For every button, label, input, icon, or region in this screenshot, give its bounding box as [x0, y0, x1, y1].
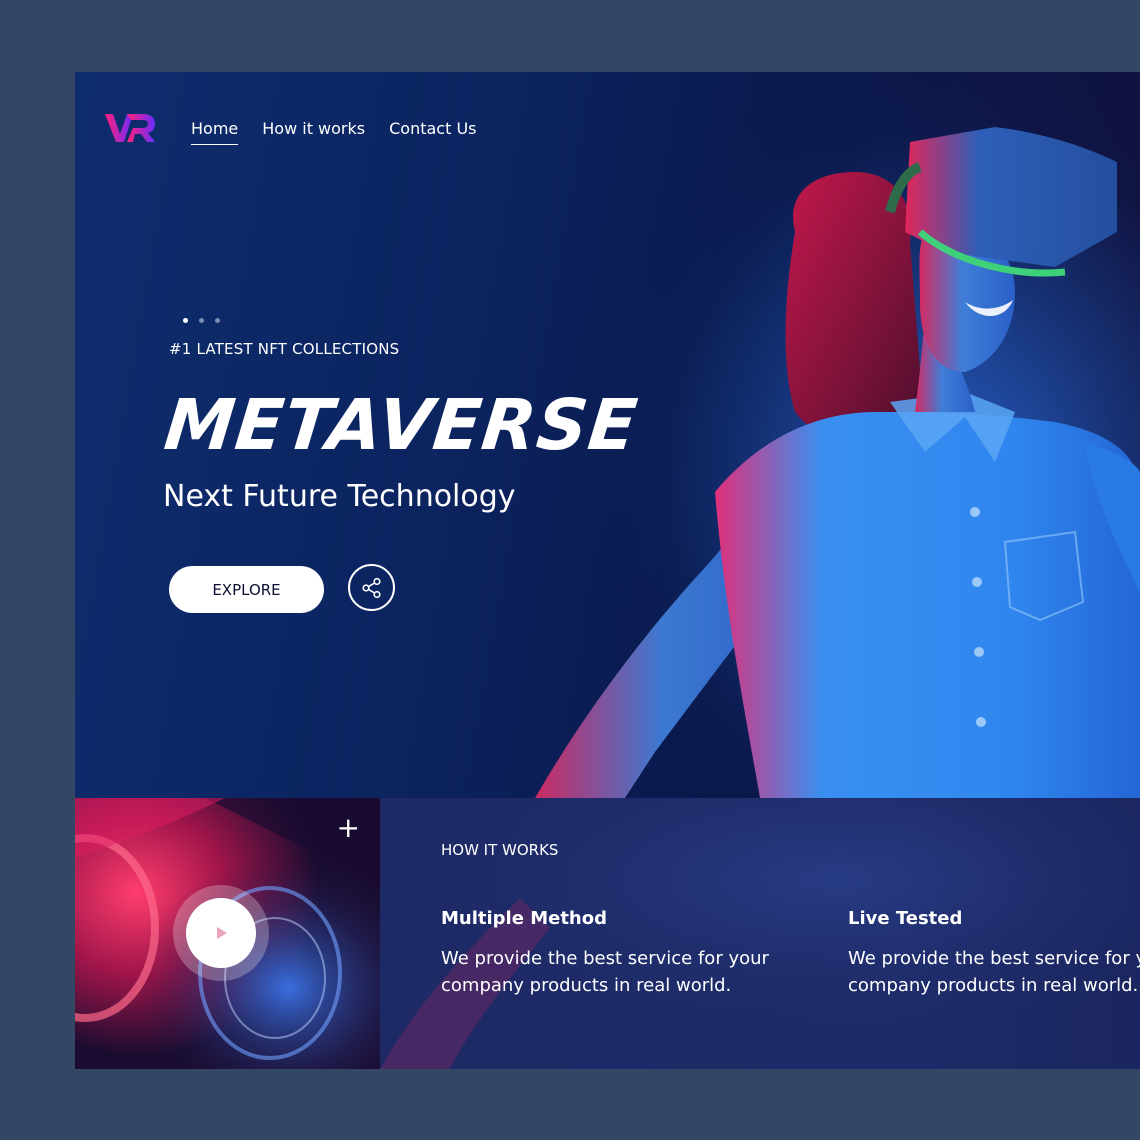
bottom-section: + HOW IT WORKS Multiple Method We provid… — [75, 798, 1140, 1069]
hero-section: Home How it works Contact Us #1 LATEST N… — [75, 72, 1140, 798]
hero-subheadline: Next Future Technology — [163, 479, 516, 514]
slider-dot-1[interactable] — [183, 318, 188, 323]
vr-logo[interactable] — [105, 110, 157, 146]
play-button-inner — [186, 898, 256, 968]
share-button[interactable] — [348, 564, 395, 611]
nav-home[interactable]: Home — [191, 119, 239, 145]
feature-multiple-method: Multiple Method We provide the best serv… — [441, 908, 841, 999]
nav-contact-us[interactable]: Contact Us — [389, 119, 476, 145]
slider-dot-3[interactable] — [215, 318, 220, 323]
plus-icon[interactable]: + — [337, 814, 360, 842]
hero-headline: METAVERSE — [160, 384, 642, 466]
landing-page: Home How it works Contact Us #1 LATEST N… — [75, 72, 1140, 1069]
play-icon — [217, 927, 227, 939]
hero-eyebrow: #1 LATEST NFT COLLECTIONS — [169, 340, 400, 358]
video-thumbnail[interactable]: + — [75, 798, 380, 1069]
nav-how-it-works[interactable]: How it works — [262, 119, 365, 145]
feature-title: Live Tested — [848, 908, 963, 929]
feature-text: We provide the best service for your com… — [441, 948, 769, 996]
explore-button[interactable]: EXPLORE — [169, 566, 324, 613]
feature-text: We provide the best service for your com… — [848, 948, 1140, 996]
feature-title: Multiple Method — [441, 908, 607, 929]
play-button[interactable] — [173, 885, 269, 981]
main-nav: Home How it works Contact Us — [191, 119, 501, 145]
how-it-works-title: HOW IT WORKS — [441, 841, 559, 859]
slider-dot-2[interactable] — [199, 318, 204, 323]
feature-live-tested: Live Tested We provide the best service … — [848, 908, 1140, 999]
share-icon — [361, 577, 381, 598]
slider-dots — [183, 318, 220, 323]
how-it-works-panel: HOW IT WORKS Multiple Method We provide … — [380, 798, 1140, 1069]
